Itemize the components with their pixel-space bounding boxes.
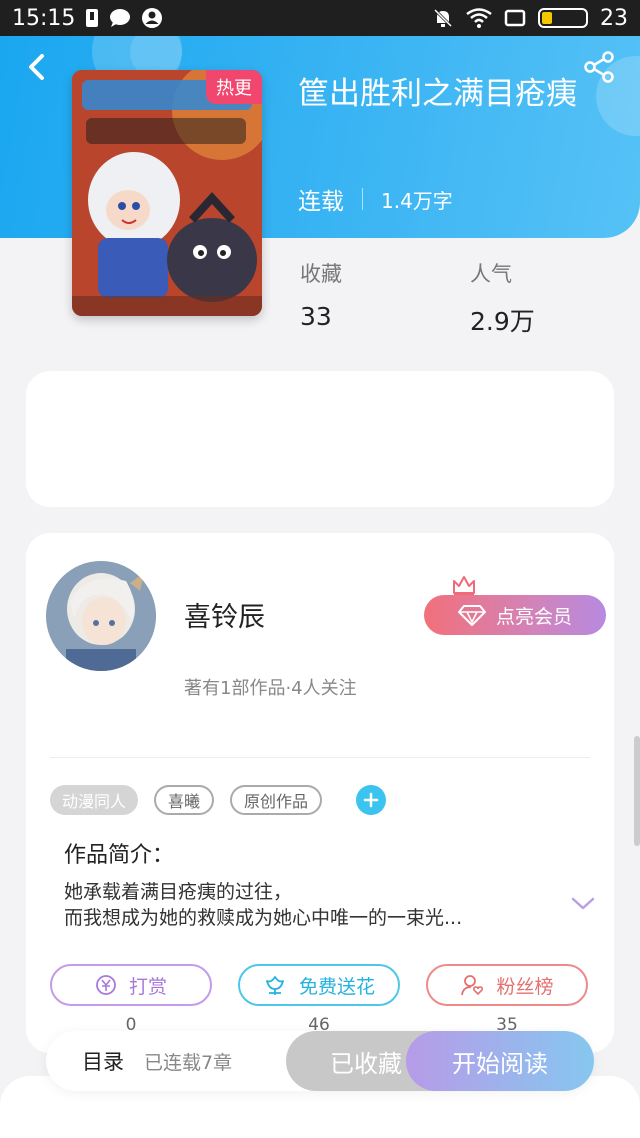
reward-button[interactable]: 打赏 xyxy=(50,964,212,1006)
tag-item[interactable]: 原创作品 xyxy=(230,785,323,815)
author-info-card: 喜铃辰 著有1部作品·4人关注 点亮会员 动漫同人 喜曦 原创作品 作品简介： … xyxy=(26,533,614,1053)
bottom-action-bar: 目录 已连载7章 已收藏 开始阅读 xyxy=(46,1031,594,1091)
placeholder-card xyxy=(26,371,614,507)
book-cover[interactable]: 热更 xyxy=(72,70,262,316)
reward-label: 打赏 xyxy=(128,975,167,998)
message-icon xyxy=(110,9,131,27)
avatar-art xyxy=(46,561,156,671)
sim-icon xyxy=(86,9,99,27)
scrollbar[interactable] xyxy=(634,736,640,846)
chapter-count: 已连载7章 xyxy=(144,1051,233,1074)
start-reading-button[interactable]: 开始阅读 xyxy=(406,1031,594,1091)
vip-button[interactable]: 点亮会员 xyxy=(424,595,606,635)
intro-text: 她承载着满目疮痍的过往， 而我想成为她的救赎成为她心中唯一的一束光... xyxy=(64,879,544,931)
vip-label: 点亮会员 xyxy=(495,605,572,628)
chevron-down-icon[interactable] xyxy=(570,895,596,913)
stat-popularity: 人气 2.9万 xyxy=(470,258,535,338)
plus-icon xyxy=(363,792,379,808)
book-meta: 连载 1.4万字 xyxy=(298,182,453,216)
stat-value: 2.9万 xyxy=(470,307,535,336)
intro-title: 作品简介： xyxy=(64,843,175,868)
tag-item[interactable]: 动漫同人 xyxy=(50,785,139,815)
mute-icon xyxy=(433,8,453,28)
catalog-button[interactable]: 目录 xyxy=(82,1046,124,1076)
account-icon xyxy=(142,8,163,28)
send-flower-label: 免费送花 xyxy=(298,975,375,998)
divider xyxy=(50,757,590,758)
tag-item[interactable]: 喜曦 xyxy=(154,785,215,815)
battery-icon xyxy=(538,8,588,28)
meta-divider xyxy=(362,188,363,210)
coin-icon xyxy=(96,975,116,995)
user-heart-icon xyxy=(461,975,484,996)
book-title: 筐出胜利之满目疮痍 xyxy=(298,76,577,112)
diamond-icon xyxy=(457,605,486,626)
action-row: 打赏 免费送花 粉丝榜 xyxy=(50,964,588,1006)
serial-status: 连载 xyxy=(298,189,344,215)
fan-ranking-label: 粉丝榜 xyxy=(496,975,554,998)
stat-value: 33 xyxy=(300,302,332,331)
battery-level: 23 xyxy=(600,5,628,31)
fan-ranking-button[interactable]: 粉丝榜 xyxy=(426,964,588,1006)
stat-label: 收藏 xyxy=(300,262,342,286)
tag-list: 动漫同人 喜曦 原创作品 xyxy=(50,785,387,815)
author-avatar[interactable] xyxy=(46,561,156,671)
intro-line: 她承载着满目疮痍的过往， xyxy=(64,881,293,903)
flower-icon xyxy=(266,976,284,995)
stat-favorites: 收藏 33 xyxy=(300,258,342,331)
intro-line: 而我想成为她的救赎成为她心中唯一的一束光... xyxy=(64,907,463,929)
stat-label: 人气 xyxy=(470,262,512,286)
send-flower-button[interactable]: 免费送花 xyxy=(238,964,400,1006)
status-time: 15:15 xyxy=(12,5,76,31)
wifi-icon xyxy=(466,8,492,28)
hot-update-badge: 热更 xyxy=(206,70,262,104)
cover-art xyxy=(72,70,262,316)
status-bar: 15:15 23 xyxy=(0,0,640,36)
crown-icon xyxy=(453,576,475,596)
author-stats: 著有1部作品·4人关注 xyxy=(184,678,357,699)
screen-icon xyxy=(504,9,526,27)
author-name[interactable]: 喜铃辰 xyxy=(184,595,265,634)
back-arrow-icon[interactable] xyxy=(20,50,54,84)
add-tag-button[interactable] xyxy=(356,785,387,815)
word-count: 1.4万字 xyxy=(381,188,453,213)
